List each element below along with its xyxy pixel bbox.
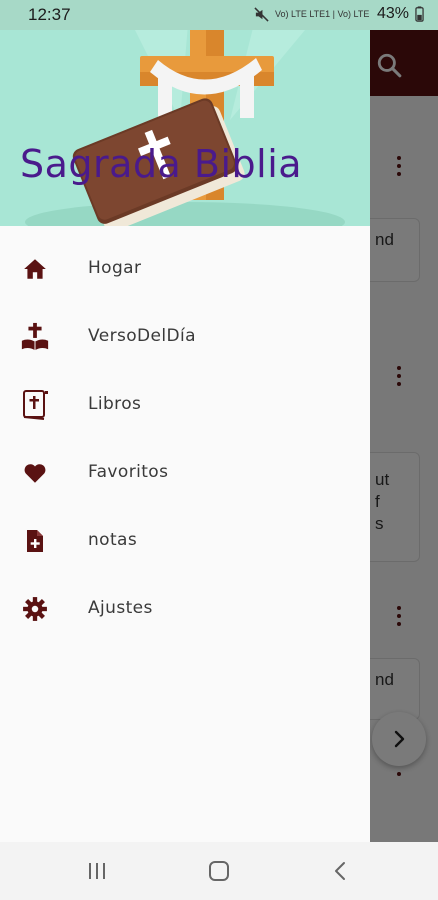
mute-icon (254, 6, 269, 22)
battery-icon (415, 6, 424, 22)
menu-item-home[interactable]: Hogar (0, 234, 370, 302)
system-nav-bar (0, 842, 438, 900)
app-title: Sagrada Biblia (20, 142, 303, 186)
recent-apps-icon[interactable] (84, 858, 110, 884)
drawer-menu: Hogar VersoDelDía Libros Favoritos notas… (0, 234, 370, 642)
menu-item-label: Favoritos (88, 462, 169, 482)
menu-item-label: VersoDelDía (88, 326, 196, 346)
menu-item-verse-of-day[interactable]: VersoDelDía (0, 302, 370, 370)
drawer-header: Sagrada Biblia (0, 0, 370, 226)
menu-item-favorites[interactable]: Favoritos (0, 438, 370, 506)
heart-icon (20, 458, 50, 488)
gear-icon (20, 594, 50, 624)
menu-item-settings[interactable]: Ajustes (0, 574, 370, 642)
home-button-icon[interactable] (206, 858, 232, 884)
menu-item-label: Ajustes (88, 598, 153, 618)
bible-cross-illustration (25, 0, 345, 226)
status-icons: Vo) LTE LTE1 | Vo) LTE LTE2 43% (254, 5, 424, 23)
menu-item-label: Hogar (88, 258, 142, 278)
back-icon[interactable] (328, 858, 354, 884)
status-time: 12:37 (28, 5, 71, 24)
menu-item-label: notas (88, 530, 138, 550)
note-add-icon (20, 526, 50, 556)
navigation-drawer: Sagrada Biblia Hogar VersoDelDía Libros … (0, 0, 370, 842)
battery-level: 43% (376, 5, 409, 22)
menu-item-label: Libros (88, 394, 142, 414)
network-status: Vo) LTE LTE1 | Vo) LTE LTE2 (274, 9, 371, 19)
home-icon (20, 254, 50, 284)
bible-icon (20, 390, 50, 420)
status-bar: 12:37 Vo) LTE LTE1 | Vo) LTE LTE2 43% (0, 0, 438, 30)
menu-item-books[interactable]: Libros (0, 370, 370, 438)
cross-book-icon (20, 322, 50, 352)
menu-item-notes[interactable]: notas (0, 506, 370, 574)
